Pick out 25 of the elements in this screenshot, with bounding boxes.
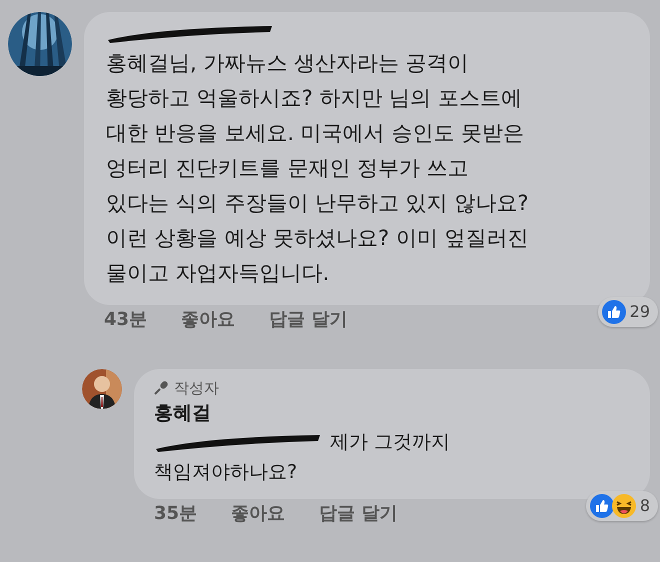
comment-time: 35분 bbox=[154, 502, 198, 526]
reaction-badge[interactable]: 8 bbox=[586, 491, 658, 521]
comment-text: 물이고 자업자득입니다. bbox=[106, 260, 330, 287]
comment-text: 홍혜걸님, 가짜뉴스 생산자라는 공격이 bbox=[106, 50, 470, 77]
microphone-icon bbox=[154, 381, 168, 395]
reaction-count: 29 bbox=[630, 301, 650, 323]
reply-link[interactable]: 답글 달기 bbox=[319, 501, 398, 527]
reaction-badge[interactable]: 29 bbox=[598, 297, 658, 327]
like-link[interactable]: 좋아요 bbox=[181, 307, 236, 333]
comment-text: 이런 상황을 예상 못하셨나요? 이미 엎질러진 bbox=[106, 225, 530, 252]
comment-text: 대한 반응을 보세요. 미국에서 승인도 못받은 bbox=[106, 120, 526, 147]
like-link[interactable]: 좋아요 bbox=[231, 501, 286, 527]
author-label: 작성자 bbox=[174, 378, 219, 399]
comment-text: 제가 그것까지 bbox=[330, 430, 450, 455]
author-name[interactable]: 홍혜걸 bbox=[154, 399, 630, 427]
reaction-count: 8 bbox=[640, 495, 650, 517]
thumbs-up-icon bbox=[590, 494, 614, 518]
reply-link[interactable]: 답글 달기 bbox=[269, 307, 348, 333]
comment-text: 황당하고 억울하시죠? 하지만 님의 포스트에 bbox=[106, 85, 523, 112]
comment-text: 엉터리 진단키트를 문재인 정부가 쓰고 bbox=[106, 155, 470, 182]
comment-time: 43분 bbox=[104, 308, 148, 332]
comment-text: 책임져야하나요? bbox=[154, 460, 298, 485]
comment-text: 있다는 식의 주장들이 난무하고 있지 않나요? bbox=[106, 190, 530, 217]
laughing-face-icon bbox=[612, 494, 636, 518]
thumbs-up-icon bbox=[602, 300, 626, 324]
